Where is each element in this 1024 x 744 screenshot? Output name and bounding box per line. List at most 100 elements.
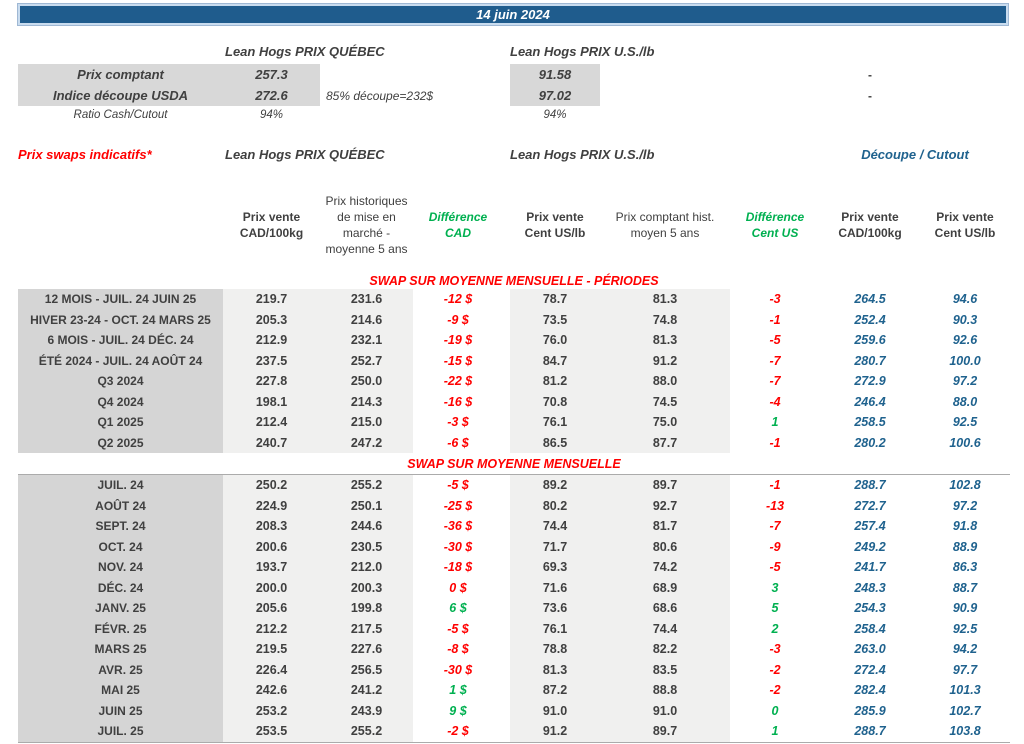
column-header-gap — [503, 186, 510, 264]
us-hist-value: 68.9 — [600, 577, 730, 598]
period-label: MAI 25 — [18, 680, 223, 701]
us-diff-value: 1 — [771, 415, 779, 430]
period-label: 12 MOIS - JUIL. 24 JUIN 25 — [18, 289, 223, 310]
cad-sell-value: 219.7 — [223, 289, 320, 310]
period-label: NOV. 24 — [18, 557, 223, 578]
column-header-6: Prix vente CAD/100kg — [838, 210, 902, 240]
cad-diff-value: -3 $ — [447, 415, 469, 430]
us-hist-value: 88.0 — [600, 371, 730, 392]
spot-quebec-header: Lean Hogs PRIX QUÉBEC — [225, 44, 385, 59]
us-sell-value: 78.8 — [510, 639, 600, 660]
cad-sell-value: 253.2 — [223, 700, 320, 721]
cutout-cad-value: 246.4 — [854, 394, 886, 409]
cutout-us-value: 92.6 — [952, 333, 978, 348]
column-gap — [503, 310, 510, 331]
cad-hist-value: 199.8 — [320, 598, 413, 619]
us-diff-value: -7 — [769, 374, 781, 389]
spot-label-ratio: Ratio Cash/Cutout — [73, 109, 168, 121]
column-header-0: Prix vente CAD/100kg — [239, 210, 304, 240]
us-diff-value: 5 — [771, 601, 779, 616]
column-header-2: Différence CAD — [428, 210, 488, 240]
us-hist-value: 87.7 — [600, 432, 730, 453]
us-sell-value: 91.0 — [510, 700, 600, 721]
cutout-us-value: 94.6 — [952, 292, 978, 307]
us-sell-value: 84.7 — [510, 350, 600, 371]
cad-hist-value: 250.1 — [320, 495, 413, 516]
swap-row: HIVER 23-24 - OCT. 24 MARS 25 205.3 214.6 -… — [18, 309, 1010, 331]
cutout-us-value: 101.3 — [949, 683, 981, 698]
cad-sell-value: 242.6 — [223, 680, 320, 701]
us-diff-value: -9 — [769, 539, 781, 554]
cutout-cad-value: 257.4 — [854, 519, 886, 534]
us-sell-value: 80.2 — [510, 495, 600, 516]
cutout-us-value: 103.8 — [949, 724, 981, 739]
cad-diff-value: -30 $ — [443, 539, 473, 554]
us-sell-value: 81.2 — [510, 371, 600, 392]
cad-diff-value: -5 $ — [447, 478, 469, 493]
cad-diff-value: -22 $ — [443, 374, 473, 389]
swap-row: AVR. 25 226.4 256.5 -30 $ 81.3 83.5 -2 272.4 97.… — [18, 659, 1010, 680]
us-diff-value: 0 — [771, 703, 779, 718]
cad-sell-value: 224.9 — [223, 495, 320, 516]
us-sell-value: 76.1 — [510, 412, 600, 433]
cad-diff-value: -30 $ — [443, 662, 473, 677]
period-label: Q2 2025 — [18, 432, 223, 453]
cutout-us-value: 90.3 — [952, 312, 978, 327]
cutout-us-value: 97.2 — [952, 374, 978, 389]
cutout-cad-value: 259.6 — [854, 333, 886, 348]
cad-hist-value: 255.2 — [320, 475, 413, 496]
swap-row: ÉTÉ 2024 - JUIL. 24 AOÛT 24 237.5 252.7 -15… — [18, 350, 1010, 371]
cad-hist-value: 250.0 — [320, 371, 413, 392]
period-label: Q1 2025 — [18, 412, 223, 433]
us-hist-value: 68.6 — [600, 598, 730, 619]
spot-us-header: Lean Hogs PRIX U.S./lb — [510, 44, 655, 59]
period-label: JUIN 25 — [18, 700, 223, 721]
us-hist-value: 82.2 — [600, 639, 730, 660]
swap-row: FÉVR. 25 212.2 217.5 -5 $ 76.1 74.4 2 258.4 92.5 — [18, 618, 1010, 639]
us-hist-value: 89.7 — [600, 721, 730, 742]
swap-table: SWAP SUR MOYENNE MENSUELLE - PÉRIODES 12 … — [18, 272, 1010, 743]
period-label: JANV. 25 — [18, 598, 223, 619]
swap-row: DÉC. 24 200.0 200.3 0 $ 71.6 68.9 3 248.3 88.7 — [18, 577, 1010, 598]
cad-diff-value: -6 $ — [447, 435, 469, 450]
spot-label-indice: Indice découpe USDA — [18, 85, 223, 106]
us-hist-value: 83.5 — [600, 659, 730, 680]
cad-sell-value: 205.6 — [223, 598, 320, 619]
cad-diff-value: -9 $ — [447, 312, 469, 327]
spot-label-comptant: Prix comptant — [18, 64, 223, 85]
cutout-cad-value: 258.4 — [854, 621, 886, 636]
us-sell-value: 73.5 — [510, 309, 600, 330]
us-diff-value: -3 — [769, 642, 781, 657]
period-label: SEPT. 24 — [18, 516, 223, 537]
cad-diff-value: -18 $ — [443, 560, 473, 575]
cutout-cad-value: 263.0 — [854, 642, 886, 657]
cad-diff-value: 1 $ — [449, 683, 467, 698]
swap-row: Q4 2024 198.1 214.3 -16 $ 70.8 74.5 -4 246.4 88.… — [18, 391, 1010, 412]
cutout-us-value: 97.7 — [952, 662, 978, 677]
cad-sell-value: 200.6 — [223, 536, 320, 557]
cutout-cad-value: 248.3 — [854, 580, 886, 595]
cad-sell-value: 237.5 — [223, 350, 320, 371]
cutout-us-value: 92.5 — [952, 621, 978, 636]
period-label: 6 MOIS - JUIL. 24 DÉC. 24 — [18, 330, 223, 351]
cad-hist-value: 215.0 — [320, 412, 413, 433]
cad-diff-value: -16 $ — [443, 394, 473, 409]
us-sell-value: 81.3 — [510, 659, 600, 680]
cad-hist-value: 231.6 — [320, 289, 413, 310]
cutout-cad-value: 254.3 — [854, 601, 886, 616]
us-sell-value: 70.8 — [510, 391, 600, 412]
spot-us-ratio: 94% — [543, 109, 567, 121]
lean-hogs-swap-report: 14 juin 2024 Lean Hogs PRIX QUÉBEC Lean … — [0, 0, 1024, 744]
cutout-cad-value: 280.2 — [854, 435, 886, 450]
date-banner: 14 juin 2024 — [17, 3, 1009, 26]
us-diff-value: -13 — [765, 498, 785, 513]
cad-sell-value: 205.3 — [223, 309, 320, 330]
period-label: HIVER 23-24 - OCT. 24 MARS 25 — [18, 309, 223, 330]
cutout-cad-value: 258.5 — [854, 415, 886, 430]
cutout-us-value: 94.2 — [952, 642, 978, 657]
cad-diff-value: -8 $ — [447, 642, 469, 657]
cad-hist-value: 217.5 — [320, 618, 413, 639]
period-label: ÉTÉ 2024 - JUIL. 24 AOÛT 24 — [18, 350, 223, 371]
period-label: AOÛT 24 — [18, 495, 223, 516]
column-gap — [503, 537, 510, 558]
